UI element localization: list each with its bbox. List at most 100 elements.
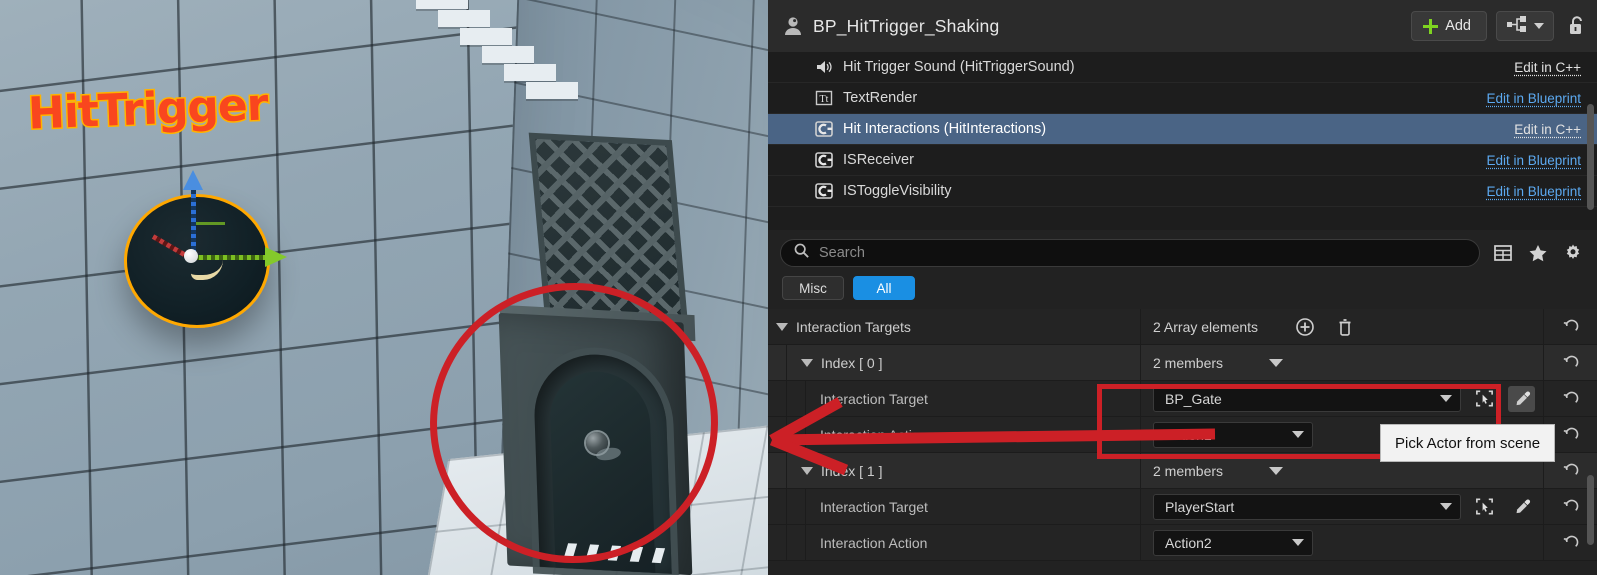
text-render-icon: Tt (814, 88, 834, 108)
blueprint-hierarchy-icon (1506, 15, 1528, 38)
property-row-interaction-target-0[interactable]: Interaction Target BP_Gate (768, 380, 1597, 417)
eyedropper-icon[interactable] (1508, 385, 1535, 412)
edit-in-blueprint-link[interactable]: Edit in Blueprint (1486, 184, 1581, 199)
page-title: BP_HitTrigger_Shaking (813, 15, 1000, 36)
chevron-down-icon[interactable] (1269, 358, 1284, 367)
property-row-interaction-target-1[interactable]: Interaction Target PlayerStart (768, 488, 1597, 525)
plus-icon (1423, 18, 1439, 34)
chevron-down-icon (1292, 431, 1304, 438)
indent-guide (768, 524, 787, 561)
gear-icon[interactable] (1562, 242, 1585, 265)
search-icon (793, 242, 810, 264)
indent-guide (768, 344, 787, 381)
reset-arrow-icon[interactable] (1543, 344, 1597, 381)
filter-chip-all[interactable]: All (853, 276, 915, 300)
component-row-hit-interactions[interactable]: Hit Interactions (HitInteractions) Edit … (768, 114, 1597, 145)
chevron-down-icon[interactable] (1269, 466, 1284, 475)
reset-arrow-icon[interactable] (1543, 380, 1597, 417)
component-name: ISReceiver (843, 152, 914, 168)
indent-guide (787, 380, 806, 417)
cpp-class-icon (814, 181, 834, 201)
add-button-label: Add (1445, 18, 1471, 34)
array-index-label: Index [ 0 ] (821, 354, 883, 371)
indent-guide (787, 416, 806, 453)
expand-triangle-icon[interactable] (801, 466, 813, 475)
tooltip: Pick Actor from scene (1380, 424, 1556, 462)
property-row-interaction-action-1[interactable]: Interaction Action Action2 (768, 524, 1597, 561)
properties-scrollbar[interactable] (1587, 475, 1594, 545)
plus-circle-icon[interactable] (1294, 316, 1316, 338)
interaction-action-dropdown[interactable]: Action1 (1153, 421, 1313, 448)
chevron-down-icon (1440, 503, 1452, 510)
property-label-cell: Index [ 0 ] (787, 344, 1141, 381)
member-count: 2 members (1153, 462, 1224, 479)
component-row-hit-trigger-sound[interactable]: Hit Trigger Sound (HitTriggerSound) Edit… (768, 52, 1597, 83)
chevron-down-icon (1440, 395, 1452, 402)
gizmo-z-arrow[interactable] (183, 170, 203, 190)
edit-in-blueprint-link[interactable]: Edit in Blueprint (1486, 153, 1581, 168)
dropdown-value: PlayerStart (1165, 498, 1235, 515)
dropdown-value: Action1 (1165, 426, 1212, 443)
component-list-scrollbar[interactable] (1587, 104, 1594, 210)
component-name: ISToggleVisibility (843, 183, 952, 199)
property-label: Interaction Action (820, 426, 928, 443)
indent-guide (768, 380, 787, 417)
property-value-cell: Action2 (1141, 525, 1543, 561)
chevron-down-icon (1292, 539, 1304, 546)
component-row-textrender[interactable]: Tt TextRender Edit in Blueprint (768, 83, 1597, 114)
interaction-target-dropdown[interactable]: PlayerStart (1153, 493, 1461, 520)
transform-gizmo[interactable] (151, 170, 287, 280)
edit-in-cpp-link[interactable]: Edit in C++ (1514, 60, 1581, 75)
table-columns-icon[interactable] (1492, 242, 1515, 265)
property-label-cell: Interaction Action (806, 416, 1141, 453)
expand-triangle-icon[interactable] (776, 322, 788, 331)
component-row-istogglevisibility[interactable]: ISToggleVisibility Edit in Blueprint (768, 176, 1597, 207)
property-row-interaction-targets[interactable]: Interaction Targets 2 Array elements (768, 308, 1597, 345)
property-row-index-0[interactable]: Index [ 0 ] 2 members (768, 344, 1597, 381)
array-index-label: Index [ 1 ] (821, 462, 883, 479)
trash-icon[interactable] (1334, 316, 1356, 338)
indent-guide (787, 524, 806, 561)
blueprint-dropdown-button[interactable] (1496, 11, 1554, 41)
indent-guide (787, 488, 806, 525)
search-input[interactable]: Search (780, 239, 1480, 267)
gizmo-y-arrow[interactable] (265, 247, 287, 267)
search-placeholder: Search (819, 245, 865, 261)
member-count: 2 members (1153, 354, 1224, 371)
indent-guide (768, 452, 787, 489)
tooltip-text: Pick Actor from scene (1395, 434, 1541, 452)
edit-in-cpp-link[interactable]: Edit in C++ (1514, 122, 1581, 137)
reset-arrow-icon[interactable] (1543, 308, 1597, 345)
gizmo-pivot[interactable] (184, 249, 198, 263)
indent-guide (768, 416, 787, 453)
indent-guide (768, 488, 787, 525)
star-icon[interactable] (1527, 242, 1550, 265)
level-viewport[interactable]: HitTrigger (0, 0, 768, 575)
chevron-down-icon (1534, 23, 1544, 29)
component-name: Hit Interactions (HitInteractions) (843, 121, 1047, 137)
cpp-class-icon (814, 150, 834, 170)
property-value-cell: 2 members (1141, 345, 1543, 381)
edit-in-blueprint-link[interactable]: Edit in Blueprint (1486, 91, 1581, 106)
filter-chip-misc[interactable]: Misc (782, 276, 844, 300)
eyedropper-icon[interactable] (1508, 494, 1535, 520)
header-actions: Add (1411, 11, 1587, 41)
interaction-action-dropdown[interactable]: Action2 (1153, 529, 1313, 556)
search-row: Search (768, 230, 1597, 274)
component-row-isreceiver[interactable]: ISReceiver Edit in Blueprint (768, 145, 1597, 176)
audio-speaker-icon (814, 57, 834, 77)
property-label-cell: Interaction Target (806, 488, 1141, 525)
property-label-cell: Interaction Target (806, 380, 1141, 417)
add-button[interactable]: Add (1411, 11, 1487, 41)
property-value-cell: BP_Gate (1141, 381, 1543, 417)
gizmo-z-axis[interactable] (191, 186, 196, 256)
expand-triangle-icon[interactable] (801, 358, 813, 367)
select-in-scene-icon[interactable] (1471, 494, 1498, 520)
interaction-target-dropdown[interactable]: BP_Gate (1153, 385, 1461, 412)
property-label-cell: Interaction Targets (768, 308, 1141, 345)
unlock-icon[interactable] (1567, 15, 1587, 37)
component-list[interactable]: Hit Trigger Sound (HitTriggerSound) Edit… (768, 52, 1597, 230)
property-label: Interaction Action (820, 534, 928, 551)
select-in-scene-icon[interactable] (1471, 386, 1498, 412)
property-value-cell: 2 Array elements (1141, 309, 1543, 345)
